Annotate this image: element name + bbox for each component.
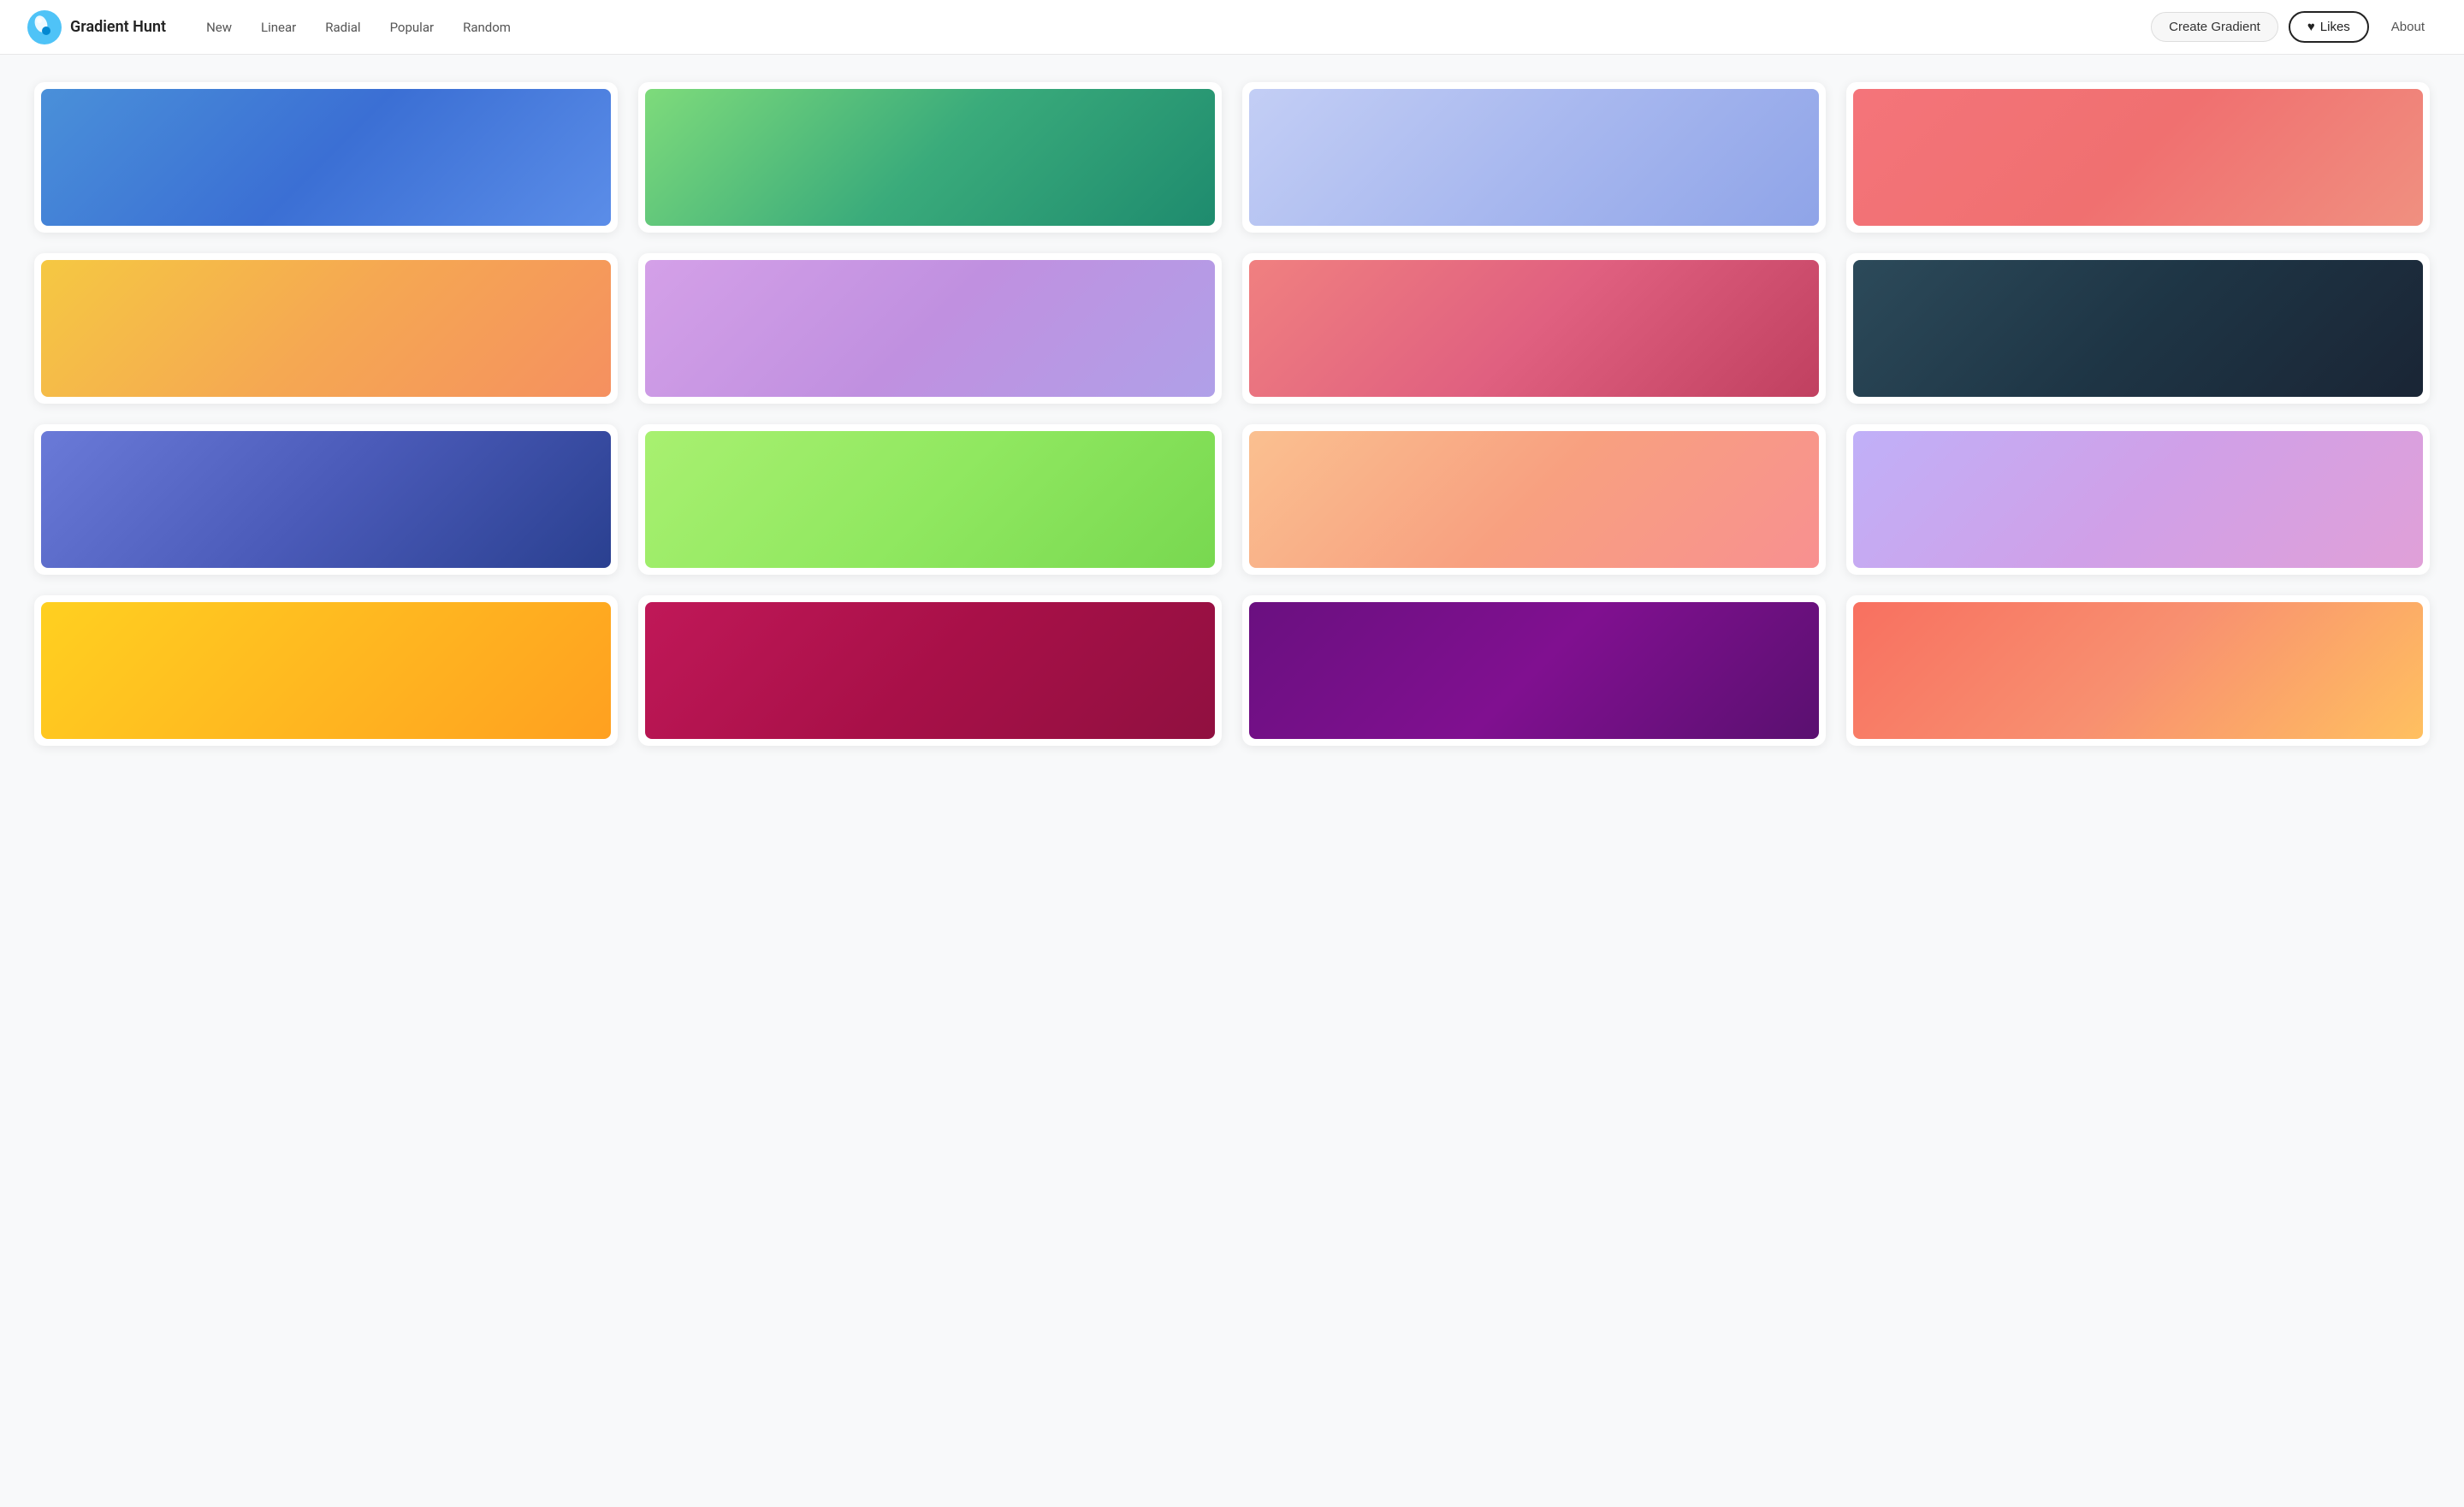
gradient-card[interactable] [1846, 595, 2430, 746]
gradient-card[interactable] [1846, 253, 2430, 404]
gradient-card[interactable] [638, 595, 1222, 746]
gradient-grid [34, 82, 2430, 746]
gradient-swatch [1249, 89, 1819, 226]
gradient-card[interactable] [34, 82, 618, 233]
gradient-swatch [1853, 260, 2423, 397]
about-button[interactable]: About [2379, 15, 2437, 39]
gradient-swatch [645, 260, 1215, 397]
gradient-card[interactable] [1242, 253, 1826, 404]
gradient-swatch [1249, 260, 1819, 397]
gradient-card[interactable] [638, 424, 1222, 575]
gradient-swatch [1853, 89, 2423, 226]
gradient-swatch [645, 89, 1215, 226]
gradient-card[interactable] [1242, 424, 1826, 575]
gradient-swatch [41, 260, 611, 397]
header: Gradient Hunt New Linear Radial Popular … [0, 0, 2464, 55]
gradient-swatch [645, 431, 1215, 568]
gradient-swatch [645, 602, 1215, 739]
likes-button[interactable]: ♥ Likes [2289, 11, 2369, 43]
gradient-card[interactable] [34, 424, 618, 575]
gradient-swatch [41, 89, 611, 226]
main-content [0, 55, 2464, 773]
logo-icon [27, 10, 62, 44]
gradient-card[interactable] [34, 253, 618, 404]
gradient-card[interactable] [1242, 82, 1826, 233]
heart-icon: ♥ [2307, 20, 2315, 34]
gradient-card[interactable] [1846, 82, 2430, 233]
gradient-swatch [1249, 602, 1819, 739]
gradient-swatch [41, 602, 611, 739]
likes-label: Likes [2320, 20, 2350, 34]
nav-popular[interactable]: Popular [377, 14, 447, 41]
nav-new[interactable]: New [193, 14, 245, 41]
gradient-card[interactable] [1242, 595, 1826, 746]
gradient-swatch [1249, 431, 1819, 568]
gradient-swatch [41, 431, 611, 568]
header-right: Create Gradient ♥ Likes About [2151, 11, 2437, 43]
gradient-card[interactable] [1846, 424, 2430, 575]
gradient-swatch [1853, 431, 2423, 568]
logo-link[interactable]: Gradient Hunt [27, 10, 166, 44]
gradient-card[interactable] [34, 595, 618, 746]
gradient-swatch [1853, 602, 2423, 739]
nav-linear[interactable]: Linear [248, 14, 309, 41]
logo-text: Gradient Hunt [70, 18, 166, 36]
nav-random[interactable]: Random [450, 14, 524, 41]
nav-radial[interactable]: Radial [312, 14, 373, 41]
create-gradient-button[interactable]: Create Gradient [2151, 12, 2278, 42]
main-nav: New Linear Radial Popular Random [193, 14, 2151, 41]
gradient-card[interactable] [638, 82, 1222, 233]
gradient-card[interactable] [638, 253, 1222, 404]
